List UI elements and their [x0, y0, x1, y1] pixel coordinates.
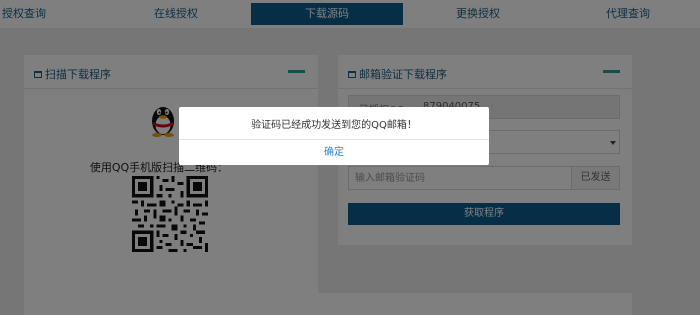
dialog-message: 验证码已经成功发送到您的QQ邮箱！	[251, 120, 417, 131]
alert-dialog: 验证码已经成功发送到您的QQ邮箱！ 确定	[179, 107, 489, 165]
dialog-confirm-button[interactable]: 确定	[179, 140, 489, 165]
